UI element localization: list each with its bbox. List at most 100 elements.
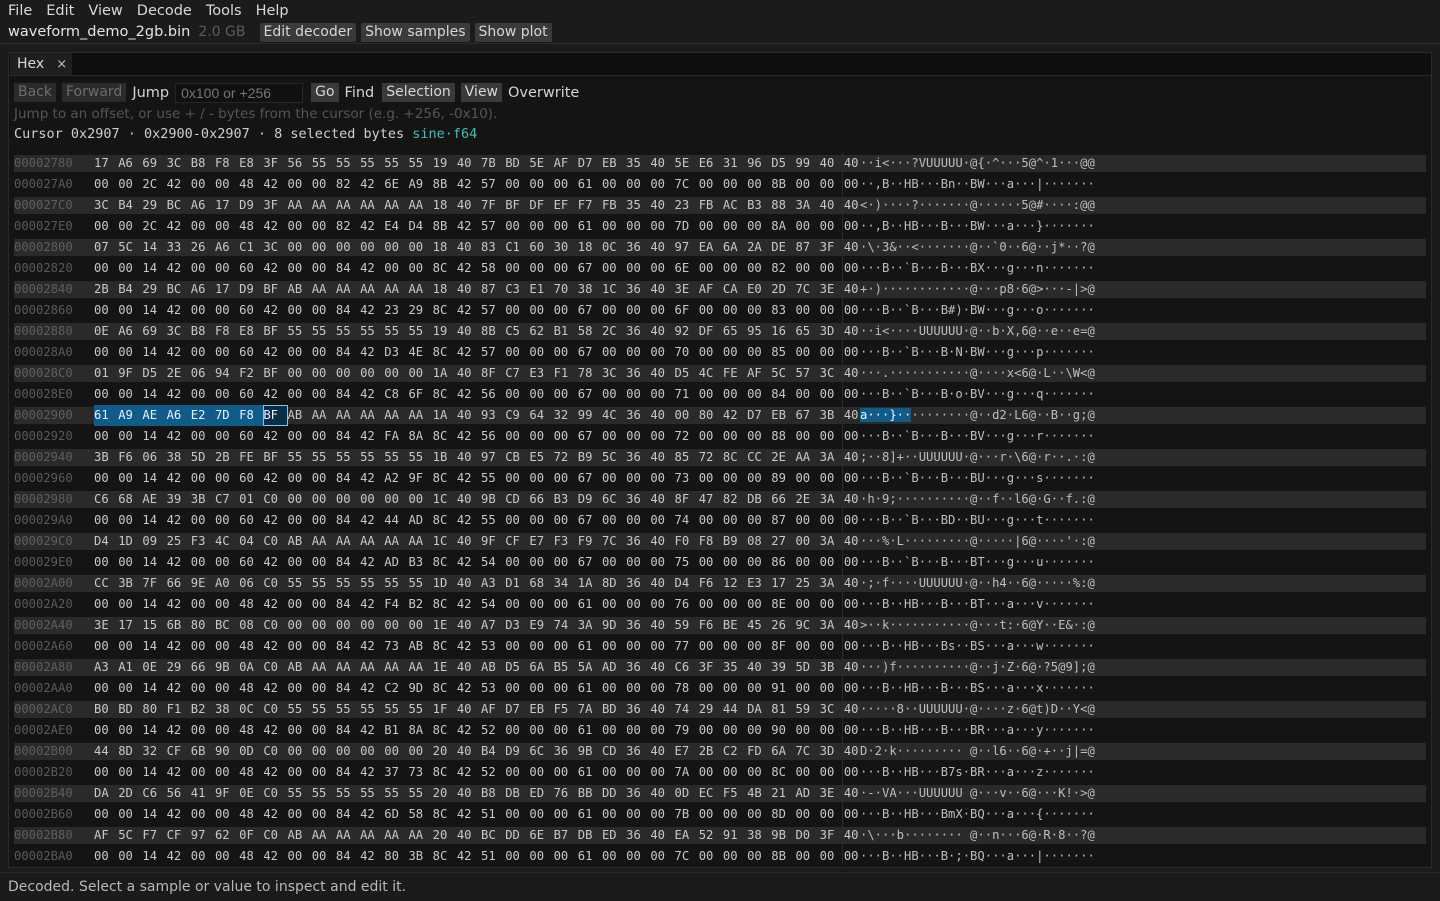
hex-byte[interactable]: 00 xyxy=(602,426,626,447)
hex-byte[interactable]: 00 xyxy=(288,510,312,531)
hex-byte[interactable]: 86 xyxy=(771,552,795,573)
ascii-text[interactable]: ·····8··UUUUUU·@····z·6@t)D··Y<@ xyxy=(860,699,1095,720)
hex-byte[interactable]: 84 xyxy=(336,594,360,615)
hex-byte[interactable]: 00 xyxy=(529,804,553,825)
hex-byte[interactable]: 7C xyxy=(675,174,699,195)
hex-byte[interactable]: 00 xyxy=(288,804,312,825)
hex-byte[interactable]: 00 xyxy=(723,846,747,867)
hex-byte[interactable]: 1A xyxy=(433,363,457,384)
hex-byte[interactable]: 42 xyxy=(263,636,287,657)
hex-byte[interactable]: 32 xyxy=(142,741,166,762)
hex-byte[interactable]: 55 xyxy=(408,153,432,174)
hex-byte[interactable]: 00 xyxy=(723,720,747,741)
hex-byte[interactable]: 00 xyxy=(554,552,578,573)
hex-byte[interactable]: 68 xyxy=(118,489,142,510)
hex-byte[interactable]: 00 xyxy=(312,342,336,363)
hex-byte[interactable]: 9D xyxy=(602,615,626,636)
hex-byte[interactable]: 5C xyxy=(771,363,795,384)
hex-byte[interactable]: AA xyxy=(384,405,408,426)
hex-byte[interactable]: 40 xyxy=(457,657,481,678)
hex-byte[interactable]: 1A xyxy=(578,573,602,594)
hex-byte[interactable]: 74 xyxy=(675,699,699,720)
hex-row[interactable]: 00002880 0E A6 69 3C B8 F8 E8 BF 55 55 55 55 55 55 19 40… xyxy=(14,321,1426,342)
menu-tools[interactable]: Tools xyxy=(198,3,248,19)
hex-byte[interactable]: 8C xyxy=(433,342,457,363)
hex-byte[interactable]: 00 xyxy=(626,426,650,447)
hex-byte[interactable]: 55 xyxy=(360,699,384,720)
hex-byte[interactable]: 55 xyxy=(360,573,384,594)
hex-byte[interactable]: 00 xyxy=(554,804,578,825)
hex-byte[interactable]: 55 xyxy=(408,321,432,342)
hex-byte[interactable]: 00 xyxy=(675,405,699,426)
hex-byte[interactable]: 00 xyxy=(505,300,529,321)
hex-byte[interactable]: 42 xyxy=(263,426,287,447)
hex-byte[interactable]: 55 xyxy=(288,783,312,804)
hex-byte[interactable]: 00 xyxy=(312,489,336,510)
hex-row[interactable]: 00002BA0 00 00 14 42 00 00 48 42 00 00 84 42 80 3B 8C 42… xyxy=(14,846,1426,867)
hex-byte[interactable]: 70 xyxy=(675,342,699,363)
hex-byte[interactable]: 55 xyxy=(360,153,384,174)
hex-byte[interactable]: 8A xyxy=(408,720,432,741)
hex-byte[interactable]: 38 xyxy=(747,825,771,846)
hex-byte[interactable]: 40 xyxy=(650,153,674,174)
hex-byte[interactable]: 00 xyxy=(360,489,384,510)
hex-byte[interactable]: 8C xyxy=(433,552,457,573)
hex-byte[interactable]: 60 xyxy=(239,258,263,279)
hex-byte[interactable]: 00 xyxy=(626,804,650,825)
hex-byte[interactable]: 56 xyxy=(167,783,191,804)
hex-byte[interactable]: 8D xyxy=(602,573,626,594)
hex-byte[interactable]: 0C xyxy=(602,237,626,258)
hex-byte[interactable]: 40 xyxy=(457,699,481,720)
hex-byte[interactable]: 7D xyxy=(675,216,699,237)
hex-byte[interactable]: FB xyxy=(699,195,723,216)
hex-byte[interactable]: 01 xyxy=(94,363,118,384)
hex-byte[interactable]: 17 xyxy=(94,153,118,174)
hex-byte[interactable]: AB xyxy=(288,531,312,552)
hex-byte[interactable]: 00 xyxy=(191,636,215,657)
hex-byte[interactable]: 00 xyxy=(312,174,336,195)
hex-byte[interactable]: 53 xyxy=(481,678,505,699)
hex-byte[interactable]: 69 xyxy=(142,321,166,342)
hex-byte[interactable]: 68 xyxy=(529,573,553,594)
hex-byte[interactable]: 88 xyxy=(771,195,795,216)
hex-row[interactable]: 00002A00 CC 3B 7F 66 9E A0 06 C0 55 55 55 55 55 55 1D 40… xyxy=(14,573,1426,594)
hex-byte[interactable]: 71 xyxy=(675,384,699,405)
hex-byte[interactable]: 42 xyxy=(263,468,287,489)
hex-byte[interactable]: 61 xyxy=(578,762,602,783)
hex-byte[interactable]: 00 xyxy=(505,468,529,489)
hex-byte[interactable]: 00 xyxy=(602,174,626,195)
hex-byte[interactable]: 25 xyxy=(795,573,819,594)
hex-byte[interactable]: 84 xyxy=(336,300,360,321)
hex-byte[interactable]: 84 xyxy=(336,846,360,867)
hex-byte[interactable]: 00 xyxy=(602,342,626,363)
hex-byte[interactable]: AA xyxy=(288,195,312,216)
ascii-text[interactable]: ;··8]+··UUUUUU·@···r·\6@·r··.·:@ xyxy=(860,447,1095,468)
hex-byte[interactable]: F1 xyxy=(554,363,578,384)
hex-byte[interactable]: D5 xyxy=(771,153,795,174)
hex-byte[interactable]: 00 xyxy=(288,552,312,573)
hex-byte[interactable]: AA xyxy=(360,657,384,678)
hex-byte[interactable]: 00 xyxy=(505,594,529,615)
hex-byte[interactable]: 00 xyxy=(312,237,336,258)
hex-view[interactable]: 00002780 17 A6 69 3C B8 F8 E8 3F 56 55 55 55 55 55 19 40… xyxy=(14,153,1426,867)
hex-byte[interactable]: 7C xyxy=(602,531,626,552)
hex-byte[interactable]: 37 xyxy=(384,762,408,783)
hex-byte[interactable]: 00 xyxy=(94,720,118,741)
hex-byte[interactable]: 00 xyxy=(699,174,723,195)
hex-byte[interactable]: 9F xyxy=(118,363,142,384)
ascii-text[interactable]: ·h·9;··········@··f··l6@·G··f.:@ xyxy=(860,489,1095,510)
show-plot-button[interactable]: Show plot xyxy=(474,22,552,42)
hex-byte[interactable]: A6 xyxy=(118,321,142,342)
hex-byte[interactable]: 2C xyxy=(142,216,166,237)
hex-byte[interactable]: 00 xyxy=(650,846,674,867)
hex-byte[interactable]: 00 xyxy=(699,510,723,531)
hex-byte[interactable]: F5 xyxy=(723,783,747,804)
hex-byte[interactable]: C1 xyxy=(505,237,529,258)
hex-byte[interactable]: 7C xyxy=(675,846,699,867)
hex-byte[interactable]: AA xyxy=(360,825,384,846)
hex-byte[interactable]: 55 xyxy=(384,573,408,594)
hex-byte[interactable]: 00 xyxy=(723,342,747,363)
hex-byte[interactable]: 4C xyxy=(602,405,626,426)
hex-byte[interactable]: B1 xyxy=(384,720,408,741)
hex-byte[interactable]: 00 xyxy=(602,678,626,699)
